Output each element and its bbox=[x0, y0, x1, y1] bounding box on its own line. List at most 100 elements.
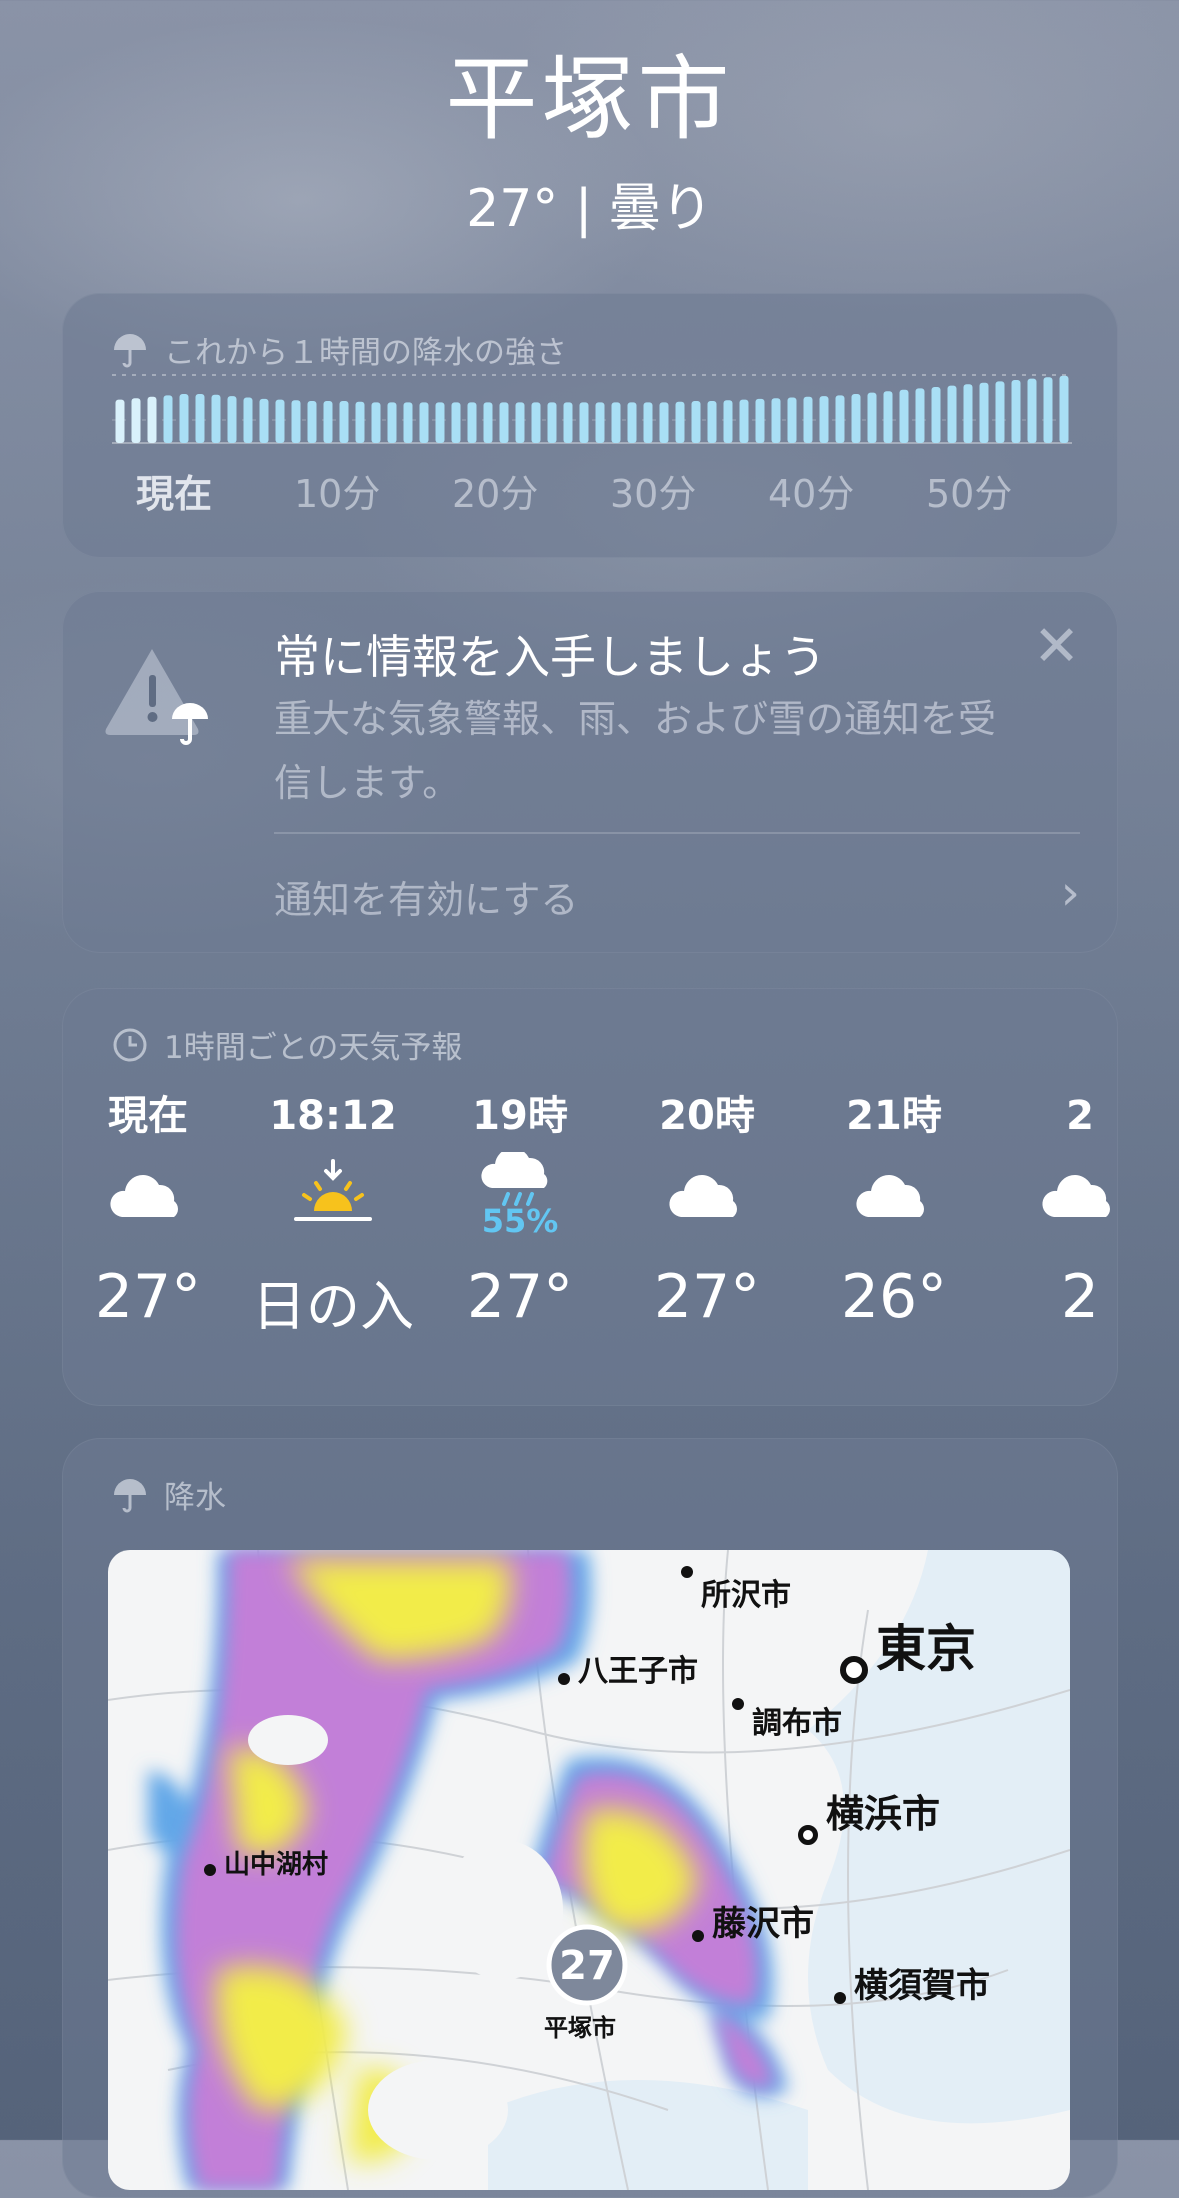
tick-50min: 50分 bbox=[926, 472, 1013, 516]
place-dot bbox=[558, 1673, 570, 1685]
place-hiratsuka: 平塚市 bbox=[544, 2014, 616, 2042]
place-label: 調布市 bbox=[752, 1706, 842, 1741]
place-fujisawa: 藤沢市 bbox=[692, 1896, 814, 1945]
precip-bar bbox=[867, 392, 877, 443]
clock-icon bbox=[113, 1028, 147, 1061]
place-label: 所沢市 bbox=[701, 1578, 791, 1613]
close-icon[interactable]: ✕ bbox=[1033, 619, 1080, 675]
place-label: 八王子市 bbox=[578, 1654, 698, 1689]
city-name: 平塚市 bbox=[445, 46, 734, 153]
precip-bar bbox=[211, 394, 221, 443]
hour-item: 20時 27° bbox=[617, 1088, 797, 1332]
hour-temp: 27° bbox=[466, 1262, 574, 1332]
precip-bar bbox=[355, 401, 365, 443]
precip-bar bbox=[227, 396, 237, 443]
precip-bar bbox=[979, 382, 989, 443]
hour-time: 2 bbox=[1066, 1093, 1094, 1139]
location-header: 平塚市 27° | 曇り bbox=[0, 40, 1179, 241]
place-chofu: 調布市 bbox=[732, 1690, 842, 1742]
enable-notifications-link[interactable]: 通知を有効にする bbox=[274, 869, 578, 924]
precip-bar bbox=[387, 402, 397, 443]
map-card-header: 降水 bbox=[110, 1472, 226, 1517]
precip-bar bbox=[931, 387, 941, 443]
precip-bar bbox=[1059, 375, 1069, 443]
tick-30min: 30分 bbox=[610, 472, 697, 516]
hour-item: 19時 55% 27° bbox=[430, 1088, 610, 1332]
precip-bar bbox=[339, 401, 349, 443]
precip-bar bbox=[755, 398, 765, 443]
precip-bar bbox=[787, 397, 797, 443]
precip-bar bbox=[435, 402, 445, 443]
hourly-card-header: 1時間ごとの天気予報 bbox=[110, 1022, 462, 1067]
radar-map[interactable]: 所沢市 東京 八王子市 調布市 横浜市 山中湖村 藤沢市 横須賀市 27 平塚市 bbox=[108, 1550, 1070, 2190]
place-dot bbox=[204, 1863, 216, 1876]
precip-bar bbox=[947, 385, 957, 443]
notification-promo-card: 常に情報を入手しましょう 重大な気象警報、雨、および雪の通知を受信します。 ✕ … bbox=[62, 591, 1118, 953]
precip-bar bbox=[467, 402, 477, 443]
hour-time: 21時 bbox=[846, 1093, 942, 1139]
city-marker bbox=[840, 1656, 868, 1684]
precip-time-axis: 現在 10分 20分 30分 40分 50分 bbox=[136, 463, 1096, 516]
precip-bar bbox=[243, 397, 253, 443]
precip-bar bbox=[835, 395, 845, 443]
place-hachioji: 八王子市 bbox=[558, 1646, 698, 1690]
chevron-right-icon[interactable]: › bbox=[1061, 865, 1080, 921]
notify-body: 重大な気象警報、雨、および雪の通知を受信します。 bbox=[274, 697, 997, 805]
precip-bar bbox=[275, 399, 285, 443]
precip-bar bbox=[675, 401, 685, 443]
precip-bar bbox=[579, 402, 589, 443]
precipitation-intensity-card[interactable]: これから１時間の降水の強さ 現在 10分 20分 30分 40分 50分 bbox=[62, 293, 1118, 558]
precip-bar bbox=[403, 402, 413, 443]
sunset-icon bbox=[294, 1159, 372, 1221]
hour-item: 21時 26° bbox=[804, 1088, 984, 1332]
precip-bar bbox=[499, 402, 509, 443]
place-label: 山中湖村 bbox=[224, 1850, 329, 1880]
precip-bar bbox=[147, 396, 157, 443]
hour-item: 18:12 日の入 bbox=[243, 1088, 423, 1341]
current-condition: 27° | 曇り bbox=[466, 179, 713, 239]
place-label: 藤沢市 bbox=[712, 1904, 814, 1944]
precip-bar bbox=[723, 400, 733, 443]
hourly-forecast-card[interactable]: 1時間ごとの天気予報 現在 27° 18:12 日の入 19時 55% 27° bbox=[62, 988, 1118, 1406]
city-marker bbox=[798, 1825, 818, 1845]
precipitation-map-card[interactable]: 降水 所沢市 東京 八王子市 調布市 横浜市 山中湖村 藤沢市 横須賀市 27 … bbox=[62, 1438, 1118, 2198]
hourly-card-title: 1時間ごとの天気予報 bbox=[164, 1030, 463, 1066]
location-temp-badge[interactable]: 27 bbox=[556, 1943, 618, 1989]
hour-temp: 2 bbox=[1060, 1262, 1100, 1332]
cloud-icon bbox=[110, 1175, 178, 1217]
precip-bar bbox=[307, 401, 317, 443]
umbrella-icon bbox=[114, 333, 146, 367]
precip-bar bbox=[115, 399, 125, 443]
hour-time: 現在 bbox=[108, 1093, 188, 1139]
precip-bar bbox=[371, 402, 381, 443]
precip-bar bbox=[323, 401, 333, 443]
hour-time: 19時 bbox=[472, 1093, 568, 1139]
hour-time: 20時 bbox=[659, 1093, 755, 1139]
hourly-forecast-list[interactable]: 現在 27° 18:12 日の入 19時 55% 27° 20時 27° 21時… bbox=[62, 1088, 1118, 1388]
precip-bar bbox=[195, 394, 205, 443]
precip-bar bbox=[915, 388, 925, 443]
precip-bar bbox=[739, 399, 749, 443]
precip-bar bbox=[995, 381, 1005, 443]
precip-bar bbox=[883, 391, 893, 443]
tick-40min: 40分 bbox=[768, 472, 855, 516]
tick-now: 現在 bbox=[136, 472, 213, 516]
precip-intensity-chart bbox=[112, 374, 1072, 444]
place-tokorozawa: 所沢市 bbox=[681, 1550, 791, 1614]
place-label: 東京 bbox=[876, 1620, 976, 1678]
place-dot bbox=[692, 1929, 704, 1942]
precip-chance: 55% bbox=[481, 1202, 559, 1240]
precip-bar bbox=[595, 402, 605, 443]
place-yokohama: 横浜市 bbox=[798, 1775, 940, 1845]
precip-bar bbox=[291, 400, 301, 443]
divider bbox=[274, 832, 1080, 834]
place-label: 横浜市 bbox=[826, 1791, 941, 1836]
map-card-title: 降水 bbox=[164, 1480, 226, 1516]
severe-weather-icon bbox=[105, 649, 208, 745]
umbrella-icon bbox=[114, 1478, 146, 1512]
place-tokyo: 東京 bbox=[840, 1606, 976, 1684]
precip-bar bbox=[659, 402, 669, 443]
hour-item: 2 2 bbox=[990, 1088, 1118, 1332]
precip-bar bbox=[163, 395, 173, 443]
precip-bar bbox=[179, 394, 189, 443]
